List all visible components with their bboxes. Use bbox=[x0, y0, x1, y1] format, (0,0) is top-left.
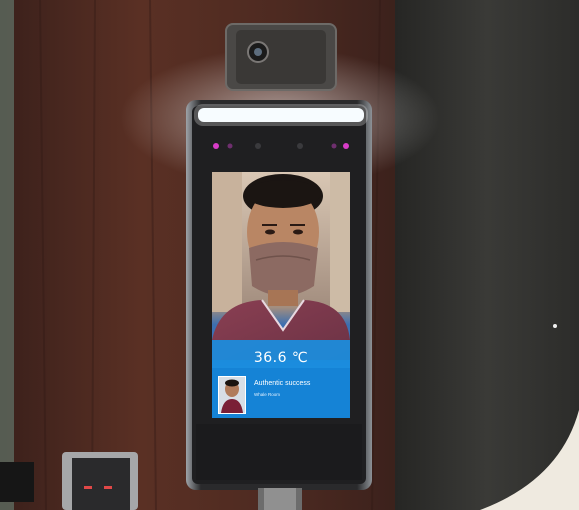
black-box bbox=[0, 462, 34, 502]
left-edge bbox=[0, 0, 14, 510]
authentication-status: Authentic success bbox=[254, 380, 311, 387]
photo-scene: 36.6 ℃ Authentic success Whale Room bbox=[0, 0, 579, 510]
scene-drawing bbox=[0, 0, 579, 510]
face-mask bbox=[249, 242, 318, 296]
right-wall bbox=[395, 0, 579, 510]
indicator-light bbox=[343, 143, 349, 149]
temperature-reading: 36.6 ℃ bbox=[253, 350, 309, 366]
face-snapshot-thumbnail bbox=[218, 376, 246, 414]
snapshot-image bbox=[219, 377, 245, 413]
authentication-location: Whale Room bbox=[254, 392, 281, 397]
indicator-light bbox=[213, 143, 219, 149]
